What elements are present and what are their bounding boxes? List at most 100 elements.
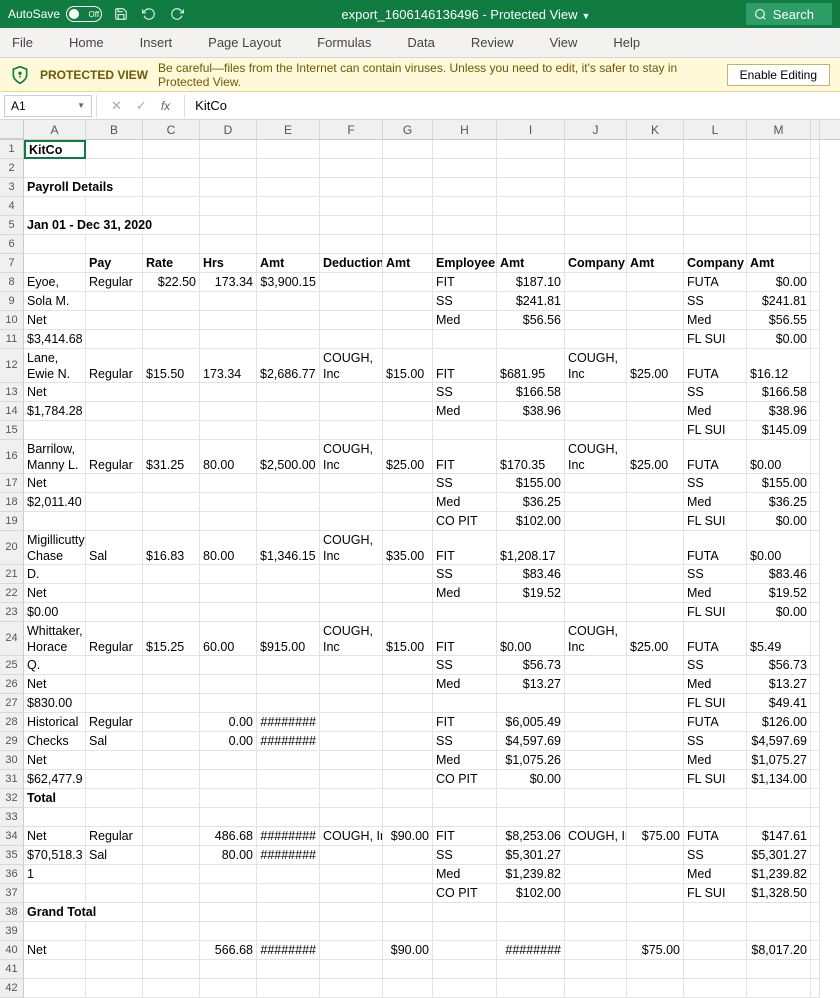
cell[interactable] [383, 808, 433, 827]
cell[interactable]: FIT [433, 713, 497, 732]
cell[interactable]: 173.34 [200, 349, 257, 383]
row-header[interactable]: 24 [0, 622, 24, 656]
cell[interactable] [143, 732, 200, 751]
cell[interactable]: $0.00 [747, 512, 811, 531]
cell[interactable] [433, 789, 497, 808]
cell[interactable]: $16.83 [143, 531, 200, 565]
cell[interactable]: $13.27 [747, 675, 811, 694]
cell[interactable] [565, 383, 627, 402]
save-icon[interactable] [112, 5, 130, 23]
cell[interactable] [684, 140, 747, 159]
cell[interactable] [383, 903, 433, 922]
cell[interactable] [811, 622, 820, 656]
cell[interactable] [24, 884, 86, 903]
cell[interactable] [627, 159, 684, 178]
cell[interactable] [383, 311, 433, 330]
cell[interactable] [497, 922, 565, 941]
cell[interactable]: Jan 01 - Dec 31, 2020 [24, 216, 200, 235]
cell[interactable] [433, 603, 497, 622]
cell[interactable] [200, 603, 257, 622]
cell[interactable] [565, 474, 627, 493]
cell[interactable] [143, 474, 200, 493]
cell[interactable] [684, 197, 747, 216]
cell[interactable]: FUTA [684, 273, 747, 292]
cell[interactable]: Med [433, 675, 497, 694]
undo-icon[interactable] [140, 5, 158, 23]
cell[interactable]: $1,784.28 [24, 402, 86, 421]
cell[interactable] [811, 751, 820, 770]
row-header[interactable]: 9 [0, 292, 24, 311]
cell[interactable] [747, 922, 811, 941]
cell[interactable] [811, 273, 820, 292]
cell[interactable]: SS [433, 474, 497, 493]
cell[interactable] [627, 493, 684, 512]
cell[interactable] [383, 789, 433, 808]
cell[interactable] [497, 330, 565, 349]
cell[interactable] [747, 216, 811, 235]
cell[interactable] [200, 474, 257, 493]
ribbon-tab-file[interactable]: File [8, 31, 37, 54]
cell[interactable] [565, 421, 627, 440]
cell[interactable] [257, 584, 320, 603]
cell[interactable]: $1,346.15 [257, 531, 320, 565]
cell[interactable] [383, 884, 433, 903]
cell[interactable]: FUTA [684, 713, 747, 732]
cell[interactable] [627, 178, 684, 197]
cell[interactable] [565, 402, 627, 421]
cell[interactable]: FL SUI [684, 421, 747, 440]
cell[interactable] [257, 178, 320, 197]
ribbon-tab-page-layout[interactable]: Page Layout [204, 31, 285, 54]
cell[interactable]: FL SUI [684, 603, 747, 622]
cell[interactable]: Med [684, 402, 747, 421]
cell[interactable]: $102.00 [497, 512, 565, 531]
cell[interactable]: Med [433, 751, 497, 770]
cell[interactable]: COUGH, Inc [565, 827, 627, 846]
row-header[interactable]: 31 [0, 770, 24, 789]
cell[interactable] [497, 197, 565, 216]
cell[interactable] [811, 178, 820, 197]
cell[interactable]: SS [433, 732, 497, 751]
cell[interactable] [320, 421, 383, 440]
cell[interactable]: 80.00 [200, 440, 257, 474]
cell[interactable] [143, 903, 200, 922]
cell[interactable] [383, 330, 433, 349]
cell[interactable] [257, 675, 320, 694]
column-header[interactable]: F [320, 120, 383, 139]
cell[interactable]: FIT [433, 827, 497, 846]
cell[interactable] [320, 846, 383, 865]
cell[interactable]: Net [24, 383, 86, 402]
cell[interactable] [143, 311, 200, 330]
cell[interactable]: Net [24, 827, 86, 846]
row-header[interactable]: 29 [0, 732, 24, 751]
cell[interactable] [383, 565, 433, 584]
cell[interactable] [257, 865, 320, 884]
cell[interactable]: $681.95 [497, 349, 565, 383]
cell[interactable]: $1,239.82 [497, 865, 565, 884]
cell[interactable]: $25.00 [383, 440, 433, 474]
cell[interactable] [257, 474, 320, 493]
cell[interactable] [811, 603, 820, 622]
cell[interactable]: FUTA [684, 622, 747, 656]
cell[interactable] [627, 531, 684, 565]
cell[interactable] [320, 474, 383, 493]
cell[interactable] [627, 656, 684, 675]
cell[interactable]: 1 [24, 865, 86, 884]
cell[interactable] [627, 584, 684, 603]
cell[interactable]: $83.46 [497, 565, 565, 584]
cell[interactable] [143, 235, 200, 254]
cell[interactable] [383, 846, 433, 865]
cell[interactable] [684, 922, 747, 941]
cell[interactable] [811, 565, 820, 584]
cell[interactable] [565, 531, 627, 565]
cell[interactable] [86, 751, 143, 770]
cell[interactable] [497, 216, 565, 235]
cell[interactable]: COUGH, Inc [320, 827, 383, 846]
cell[interactable]: ######## [257, 713, 320, 732]
cell[interactable] [433, 903, 497, 922]
cell[interactable]: $36.25 [497, 493, 565, 512]
row-header[interactable]: 41 [0, 960, 24, 979]
cell[interactable]: $5,301.27 [497, 846, 565, 865]
cell[interactable] [383, 960, 433, 979]
cell[interactable]: $1,134.00 [747, 770, 811, 789]
cell[interactable] [565, 694, 627, 713]
